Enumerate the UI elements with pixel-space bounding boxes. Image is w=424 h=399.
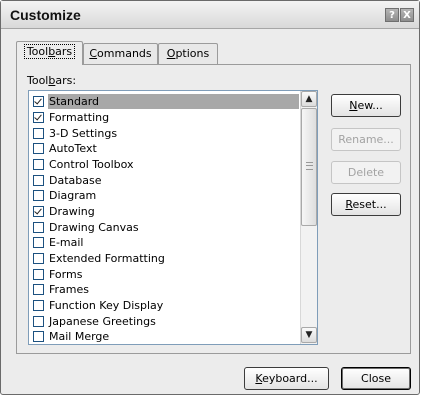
- scroll-thumb[interactable]: [301, 108, 317, 226]
- list-item-label: Japanese Greetings: [49, 314, 156, 328]
- list-item[interactable]: Forms: [31, 266, 299, 282]
- list-item[interactable]: Control Toolbox: [31, 156, 299, 172]
- reset-button[interactable]: Reset...: [331, 193, 401, 216]
- checkbox[interactable]: [33, 221, 44, 233]
- list-item-label: Standard: [48, 93, 299, 109]
- list-item[interactable]: Diagram: [31, 187, 299, 203]
- tab-toolbars-label: Toolbars: [23, 44, 76, 59]
- list-item[interactable]: Function Key Display: [31, 297, 299, 313]
- checkbox[interactable]: [33, 111, 44, 123]
- list-item[interactable]: Mail Merge: [31, 328, 299, 344]
- list-item[interactable]: Database: [31, 172, 299, 188]
- tab-toolbars[interactable]: Toolbars: [16, 41, 83, 65]
- list-item-label: Function Key Display: [49, 298, 164, 312]
- checkbox[interactable]: [33, 299, 44, 311]
- list-item[interactable]: Extended Formatting: [31, 250, 299, 266]
- list-item-label: Drawing: [49, 204, 95, 218]
- list-item-label: E-mail: [49, 235, 84, 249]
- dialog-title: Customize: [10, 7, 81, 23]
- close-icon[interactable]: X: [400, 8, 414, 22]
- list-item[interactable]: Frames: [31, 281, 299, 297]
- tab-options-label: Options: [166, 47, 210, 60]
- checkbox[interactable]: [33, 252, 44, 264]
- list-item[interactable]: Standard: [31, 93, 299, 109]
- list-item-label: Database: [49, 173, 102, 187]
- list-item-label: Forms: [49, 267, 83, 281]
- close-button[interactable]: Close: [341, 367, 411, 390]
- list-item[interactable]: 3-D Settings: [31, 125, 299, 141]
- checkbox[interactable]: [33, 330, 44, 342]
- list-item-label: 3-D Settings: [49, 126, 118, 140]
- checkbox[interactable]: [33, 174, 44, 186]
- grip-icon: [306, 162, 313, 170]
- checkbox[interactable]: [33, 95, 44, 107]
- rename-button[interactable]: Rename...: [331, 128, 401, 151]
- checkbox[interactable]: [33, 205, 44, 217]
- toolbars-listbox[interactable]: Standard Formatting 3-D Settings AutoTex…: [28, 90, 318, 345]
- checkbox[interactable]: [33, 315, 44, 327]
- checkbox[interactable]: [33, 158, 44, 170]
- scroll-up-icon[interactable]: ▲: [301, 91, 317, 107]
- tab-commands[interactable]: Commands: [83, 43, 158, 64]
- toolbars-list-label: Toolbars:: [27, 74, 77, 87]
- scroll-down-icon[interactable]: ▼: [301, 327, 317, 343]
- list-item[interactable]: AutoText: [31, 140, 299, 156]
- checkbox[interactable]: [33, 142, 44, 154]
- checkbox[interactable]: [33, 283, 44, 295]
- list-item[interactable]: Formatting: [31, 109, 299, 125]
- list-item[interactable]: Drawing: [31, 203, 299, 219]
- list-item-label: Formatting: [49, 110, 110, 124]
- customize-dialog: Customize ? X Toolbars Commands Options …: [0, 0, 420, 395]
- tab-commands-label: Commands: [89, 47, 152, 60]
- new-button[interactable]: New...: [331, 94, 401, 117]
- tab-options[interactable]: Options: [158, 43, 218, 64]
- title-bar[interactable]: Customize ? X: [1, 1, 419, 29]
- delete-button[interactable]: Delete: [331, 161, 401, 184]
- list-item-label: Diagram: [49, 188, 97, 202]
- keyboard-button[interactable]: Keyboard...: [244, 367, 329, 390]
- list-scrollbar[interactable]: ▲ ▼: [300, 91, 317, 344]
- list-item[interactable]: Drawing Canvas: [31, 219, 299, 235]
- checkbox[interactable]: [33, 127, 44, 139]
- checkbox[interactable]: [33, 189, 44, 201]
- list-item[interactable]: Japanese Greetings: [31, 313, 299, 329]
- list-item-label: Drawing Canvas: [49, 220, 139, 234]
- list-item-label: Control Toolbox: [49, 157, 134, 171]
- list-item-label: AutoText: [49, 141, 97, 155]
- checkbox[interactable]: [33, 236, 44, 248]
- list-item-label: Mail Merge: [49, 329, 110, 343]
- list-item-label: Frames: [49, 282, 90, 296]
- list-item[interactable]: E-mail: [31, 234, 299, 250]
- checkbox[interactable]: [33, 268, 44, 280]
- list-item-label: Extended Formatting: [49, 251, 165, 265]
- help-icon[interactable]: ?: [385, 8, 399, 22]
